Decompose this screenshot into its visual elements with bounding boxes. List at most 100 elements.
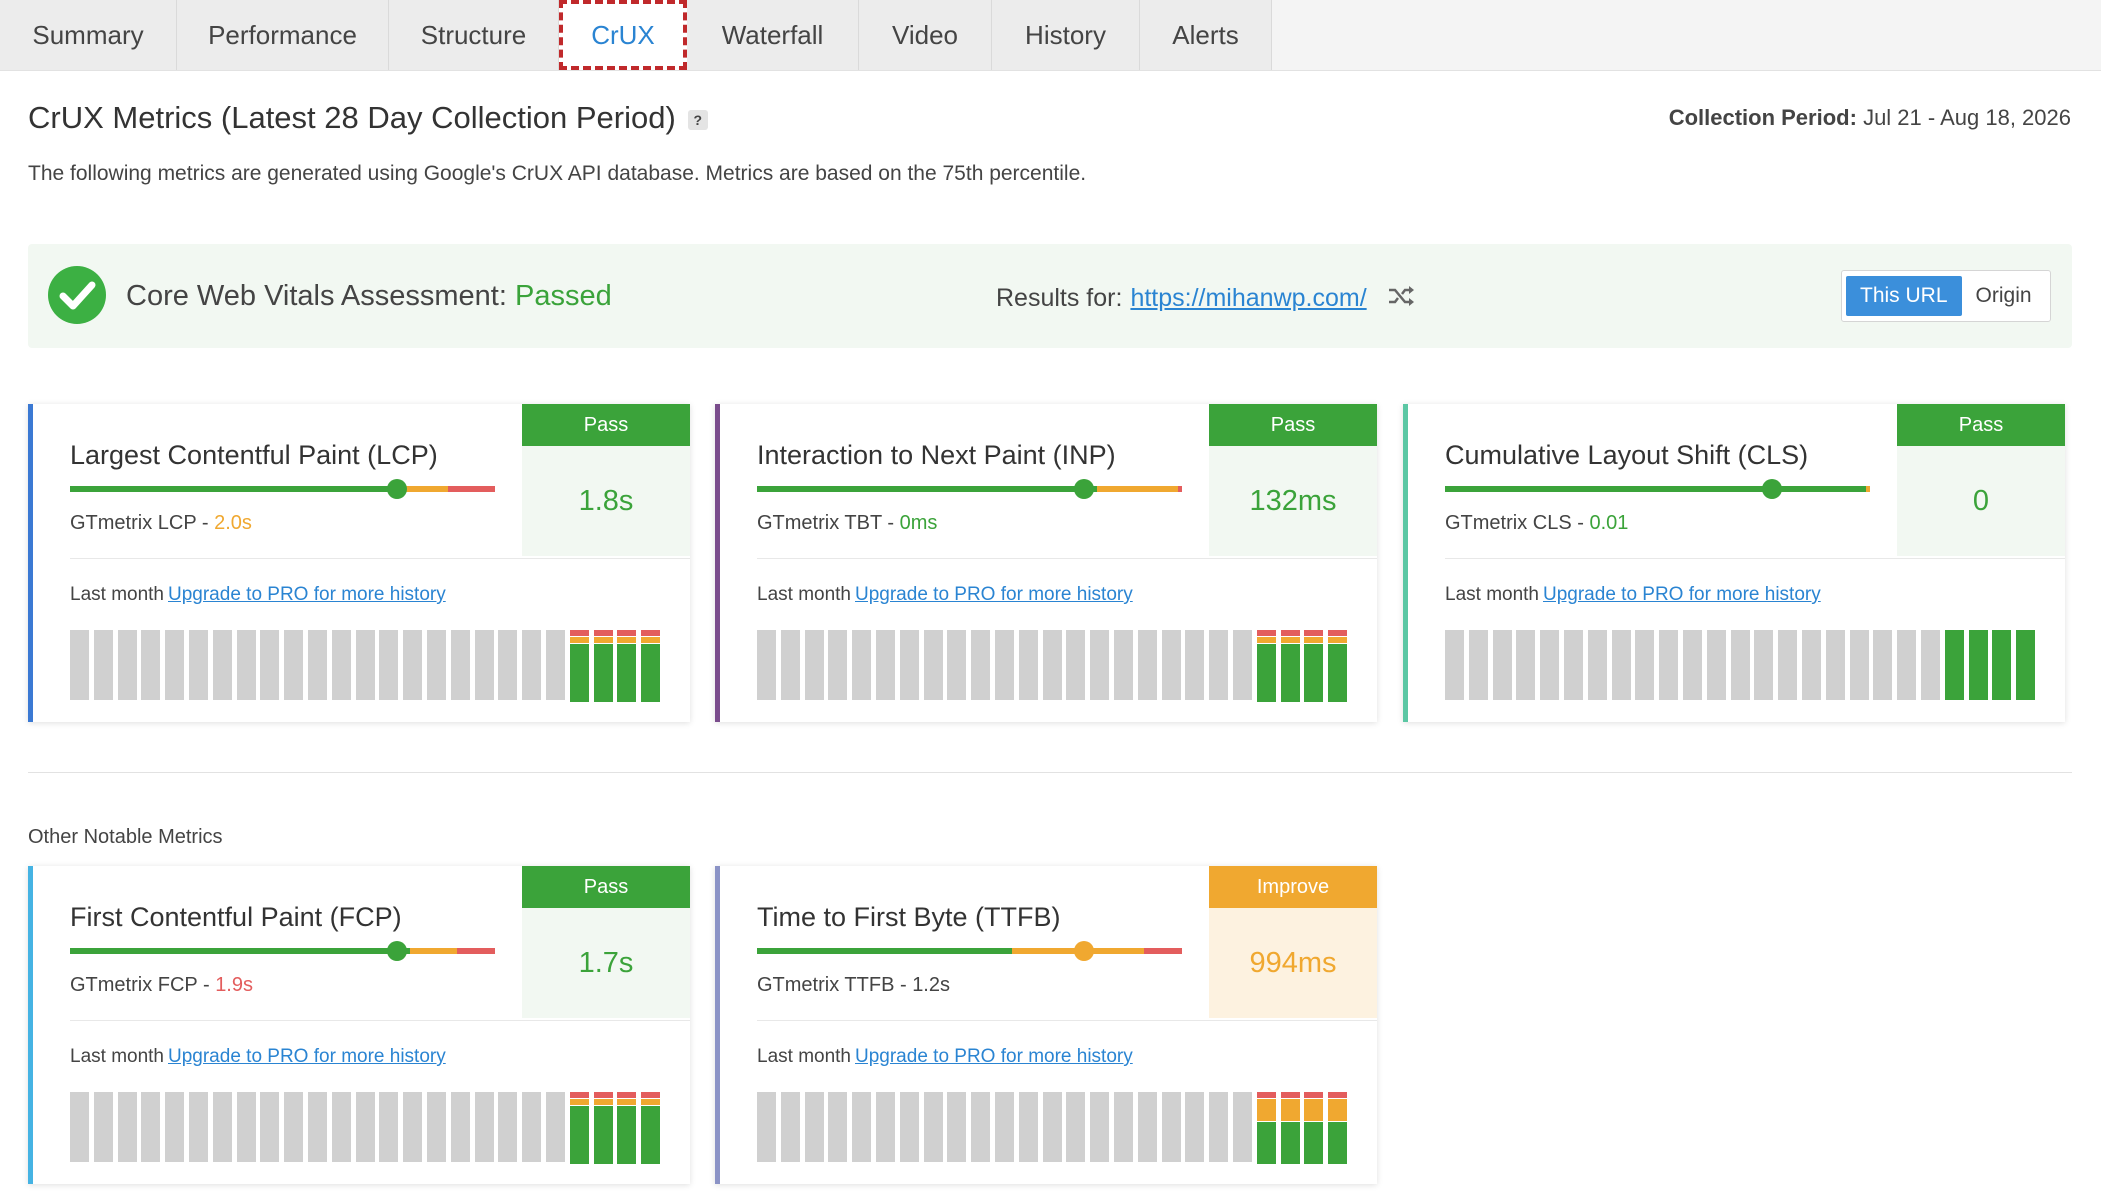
- history-column: [1944, 630, 1964, 700]
- history-segment: [1968, 630, 1988, 700]
- gtmetrix-value: GTmetrix LCP - 2.0s: [70, 512, 252, 535]
- page-subtitle: The following metrics are generated usin…: [28, 162, 1087, 185]
- history-column: [1540, 630, 1560, 700]
- history-segment: [1304, 1099, 1324, 1121]
- good-range: [757, 948, 1012, 954]
- history-segment: [1304, 630, 1324, 636]
- history-column: [1185, 630, 1205, 700]
- history-segment: [1280, 1122, 1300, 1164]
- history-column: [780, 630, 800, 700]
- status-badge: Pass: [1897, 404, 2065, 446]
- history-column: [450, 630, 470, 700]
- tab-structure[interactable]: Structure: [389, 0, 559, 70]
- history-segment: [617, 644, 637, 702]
- history-segment: [1256, 1099, 1276, 1121]
- history-column: [1992, 630, 2012, 700]
- this-url-button[interactable]: This URL: [1846, 276, 1962, 316]
- history-segment: [1256, 1092, 1276, 1098]
- history-chart: [1445, 630, 2039, 700]
- help-icon[interactable]: ?: [687, 109, 708, 130]
- history-segment: [1280, 644, 1300, 702]
- history-segment: [1256, 630, 1276, 636]
- history-column: [876, 630, 895, 700]
- last-month: Last month Upgrade to PRO for more histor…: [70, 1046, 446, 1068]
- history-segment: [1256, 637, 1276, 643]
- card-accent: [28, 404, 33, 722]
- upgrade-link[interactable]: Upgrade to PRO for more history: [168, 584, 446, 605]
- history-segment: [1304, 644, 1324, 702]
- history-segment: [1944, 630, 1964, 700]
- history-column: [780, 1092, 800, 1162]
- upgrade-link[interactable]: Upgrade to PRO for more history: [855, 1046, 1133, 1067]
- history-column: [474, 1092, 494, 1162]
- history-segment: [1280, 1099, 1300, 1121]
- upgrade-link[interactable]: Upgrade to PRO for more history: [168, 1046, 446, 1067]
- history-column: [1018, 630, 1038, 700]
- origin-button[interactable]: Origin: [1962, 276, 2046, 316]
- good-range: [1445, 486, 1866, 492]
- shuffle-icon[interactable]: [1388, 285, 1416, 314]
- history-column: [165, 630, 185, 700]
- status-badge: Improve: [1209, 866, 1377, 908]
- history-column: [1445, 630, 1464, 700]
- cwv-label-text: Core Web Vitals Assessment:: [126, 280, 507, 312]
- results-label: Results for:: [996, 284, 1123, 312]
- history-column: [403, 1092, 423, 1162]
- history-segment: [617, 1099, 637, 1105]
- cwv-assessment-label: Core Web Vitals Assessment: Passed: [126, 280, 612, 313]
- history-column: [1968, 630, 1988, 700]
- metric-name: Cumulative Layout Shift (CLS): [1445, 440, 1809, 470]
- history-column: [1897, 630, 1917, 700]
- tab-video[interactable]: Video: [859, 0, 992, 70]
- tab-summary[interactable]: Summary: [0, 0, 177, 70]
- tab-crux[interactable]: CrUX: [559, 0, 687, 70]
- card-divider: [70, 558, 690, 559]
- history-column: [947, 630, 967, 700]
- history-column: [546, 1092, 565, 1162]
- history-column: [522, 630, 542, 700]
- gtmetrix-label: GTmetrix TBT -: [757, 512, 900, 534]
- history-segment: [1304, 637, 1324, 643]
- card-divider: [757, 558, 1377, 559]
- history-column: [1304, 630, 1324, 702]
- collection-period: Collection Period: Jul 21 - Aug 18, 2026: [1669, 105, 2071, 131]
- history-column: [1256, 630, 1276, 702]
- history-column: [569, 1092, 589, 1164]
- history-segment: [617, 637, 637, 643]
- results-url-link[interactable]: https://mihanwp.com/: [1130, 284, 1366, 312]
- last-month-label: Last month: [70, 1046, 164, 1067]
- history-column: [593, 1092, 613, 1164]
- history-column: [1516, 630, 1536, 700]
- tab-performance[interactable]: Performance: [177, 0, 389, 70]
- gtmetrix-number: 1.2s: [912, 974, 950, 996]
- upgrade-link[interactable]: Upgrade to PRO for more history: [1543, 584, 1821, 605]
- metric-name: Interaction to Next Paint (INP): [757, 440, 1116, 470]
- history-column: [971, 630, 991, 700]
- tab-history[interactable]: History: [992, 0, 1140, 70]
- results-for: Results for: https://mihanwp.com/: [996, 284, 1416, 314]
- history-segment: [593, 644, 613, 702]
- history-column: [1683, 630, 1702, 700]
- tab-waterfall[interactable]: Waterfall: [687, 0, 859, 70]
- metric-card-cumulative-layout-shift: Cumulative Layout Shift (CLS) GTmetrix CL…: [1403, 404, 2065, 722]
- history-segment: [593, 1092, 613, 1098]
- history-column: [1137, 1092, 1157, 1162]
- history-column: [1018, 1092, 1038, 1162]
- status-badge: Pass: [522, 404, 690, 446]
- history-column: [1114, 630, 1133, 700]
- history-column: [212, 1092, 232, 1162]
- history-column: [1492, 630, 1512, 700]
- card-divider: [70, 1020, 690, 1021]
- history-column: [593, 630, 613, 702]
- metric-value: 994ms: [1209, 908, 1377, 1018]
- history-column: [1304, 1092, 1324, 1164]
- threshold-bar: [757, 941, 1182, 961]
- history-column: [757, 630, 776, 700]
- history-segment: [593, 637, 613, 643]
- upgrade-link[interactable]: Upgrade to PRO for more history: [855, 584, 1133, 605]
- history-column: [828, 630, 848, 700]
- tab-alerts[interactable]: Alerts: [1140, 0, 1272, 70]
- history-segment: [569, 1099, 589, 1105]
- history-column: [1328, 1092, 1348, 1164]
- history-column: [474, 630, 494, 700]
